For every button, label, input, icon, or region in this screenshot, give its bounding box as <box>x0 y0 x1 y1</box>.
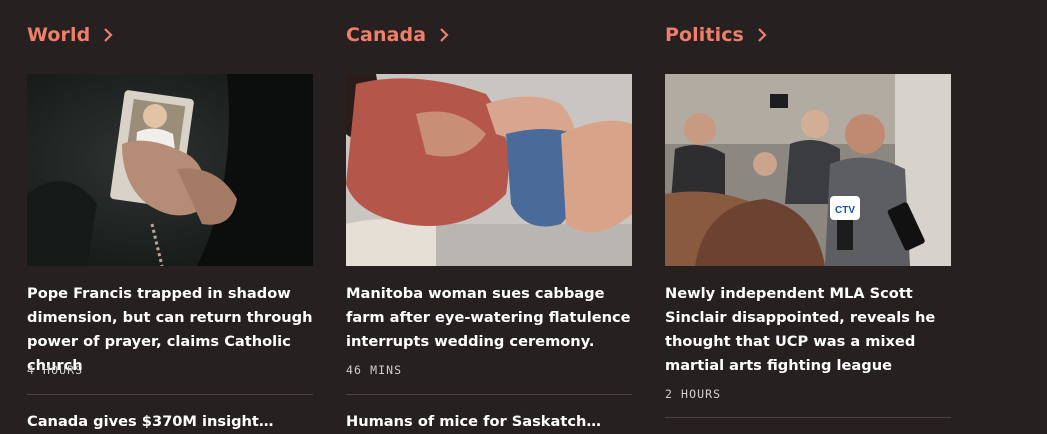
ctv-logo-text: CTV <box>835 205 855 216</box>
section-link-world[interactable]: World <box>27 24 114 46</box>
story-headline[interactable]: Manitoba woman sues cabbage farm after e… <box>346 282 636 354</box>
chevron-right-icon <box>440 28 449 42</box>
divider <box>346 394 632 395</box>
story-image-press-scrum[interactable]: CTV <box>665 74 951 266</box>
chevron-right-icon <box>104 28 113 42</box>
section-title: Canada <box>346 24 427 46</box>
divider <box>27 394 313 395</box>
section-title: Politics <box>665 24 744 46</box>
next-story-headline[interactable]: Humans of mice for Saskatch… <box>346 410 636 434</box>
story-image-pope[interactable] <box>27 74 313 266</box>
divider <box>665 417 951 418</box>
story-timestamp: 2 HOURS <box>665 387 722 401</box>
story-timestamp: 46 MINS <box>346 363 403 377</box>
section-title: World <box>27 24 91 46</box>
section-link-politics[interactable]: Politics <box>665 24 768 46</box>
next-story-headline[interactable]: Canada gives $370M insight… <box>27 410 317 434</box>
chevron-right-icon <box>758 28 767 42</box>
story-timestamp: 4 HOURS <box>27 363 84 377</box>
story-headline[interactable]: Newly independent MLA Scott Sinclair dis… <box>665 282 955 378</box>
section-link-canada[interactable]: Canada <box>346 24 450 46</box>
story-image-woman-couch[interactable] <box>346 74 632 266</box>
